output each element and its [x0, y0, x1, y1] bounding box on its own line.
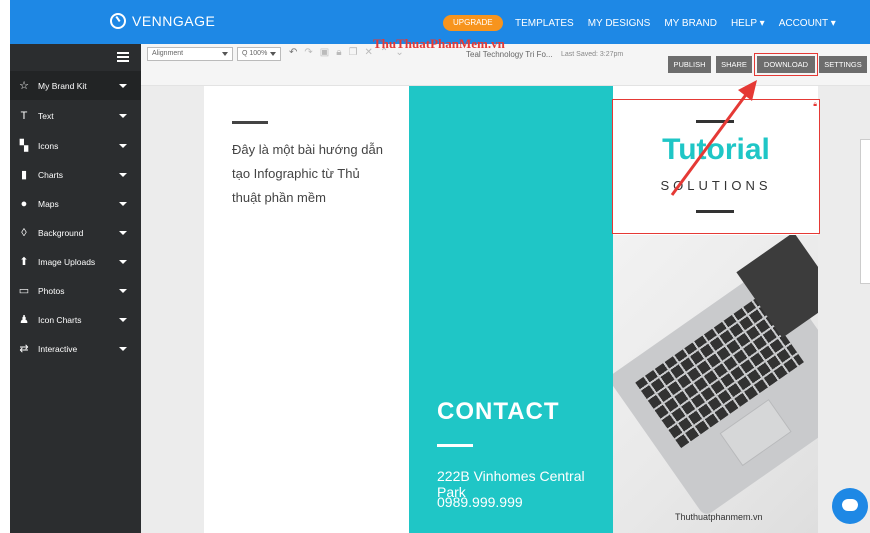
sidebar-item-maps[interactable]: ● Maps — [10, 189, 141, 218]
sidebar-item-photos[interactable]: ▭ Photos — [10, 276, 141, 305]
caret-down-icon — [119, 201, 127, 206]
publish-button[interactable]: PUBLISH — [668, 56, 711, 73]
sidebar-item-charts[interactable]: ▮ Charts — [10, 160, 141, 189]
design-canvas[interactable]: Đây là một bài hướng dẫn tạo Infographic… — [141, 86, 870, 533]
teal-panel[interactable]: CONTACT 222B Vinhomes Central Park 0989.… — [409, 86, 613, 533]
sidebar-item-label: Background — [38, 227, 84, 238]
share-button[interactable]: SHARE — [716, 56, 752, 73]
tutorial-title[interactable]: Tutorial — [613, 133, 819, 167]
nav-my-brand[interactable]: MY BRAND — [664, 18, 717, 29]
caret-down-icon — [119, 230, 127, 235]
delete-icon[interactable]: ✕ — [365, 47, 373, 58]
photo-caption[interactable]: Thuthuatphanmem.vn — [675, 512, 763, 522]
alignment-select[interactable]: Alignment — [147, 47, 233, 61]
upload-icon: ⬆ — [19, 256, 29, 268]
sidebar-item-label: Icon Charts — [38, 314, 82, 325]
caret-down-icon — [119, 172, 127, 177]
paint-drop-icon: ◊ — [21, 226, 27, 239]
nav-my-designs[interactable]: MY DESIGNS — [588, 18, 651, 29]
editor-toolbar: Alignment Q 100% ↶ ↷ ▣ 🔒︎ ❐ ✕ ⌃ ⌄ ThuThu… — [141, 36, 870, 86]
contact-title[interactable]: CONTACT — [437, 398, 560, 426]
redo-icon[interactable]: ↷ — [304, 47, 312, 58]
venngage-logo-icon — [110, 13, 126, 29]
laptop-photo[interactable]: Thuthuatphanmem.vn — [613, 235, 818, 533]
zoom-select-value: Q 100% — [242, 50, 268, 57]
icons-icon: ▚ — [19, 140, 29, 152]
download-button[interactable]: DOWNLOAD — [757, 56, 815, 73]
caret-down-icon — [270, 52, 276, 56]
nav-help[interactable]: HELP ▾ — [731, 18, 765, 29]
settings-button[interactable]: SETTINGS — [819, 56, 867, 73]
people-icon: ♟ — [19, 314, 29, 326]
sidebar-item-icons[interactable]: ▚ Icons — [10, 131, 141, 160]
globe-icon: ● — [20, 197, 28, 210]
intro-text[interactable]: Đây là một bài hướng dẫn tạo Infographic… — [232, 138, 392, 210]
zoom-select[interactable]: Q 100% — [237, 47, 281, 61]
contact-phone[interactable]: 0989.999.999 — [437, 494, 523, 510]
sidebar-item-background[interactable]: ◊ Background — [10, 218, 141, 247]
caret-down-icon — [119, 346, 127, 351]
sidebar-item-label: Charts — [38, 169, 64, 180]
sidebar-item-label: Text — [38, 110, 54, 121]
caret-down-icon — [222, 52, 228, 56]
sidebar-item-image-uploads[interactable]: ⬆ Image Uploads — [10, 247, 141, 276]
left-margin — [0, 0, 10, 533]
last-saved-status: Last Saved: 3:27pm — [561, 51, 624, 58]
chart-icon: ▮ — [20, 169, 28, 181]
caret-down-icon — [119, 143, 127, 148]
photo-icon: ▭ — [18, 285, 30, 297]
document-title[interactable]: Teal Technology Tri Fo... — [466, 50, 553, 59]
sidebar-item-my-brand-kit[interactable]: ☆ My Brand Kit — [10, 71, 141, 100]
group-icon[interactable]: ▣ — [320, 47, 329, 58]
contact-divider — [437, 444, 473, 447]
sidebar-item-interactive[interactable]: ⇄ Interactive — [10, 334, 141, 363]
nav-templates[interactable]: TEMPLATES — [515, 18, 574, 29]
shuffle-icon: ⇄ — [19, 343, 29, 355]
venngage-editor: VENNGAGE UPGRADE TEMPLATES MY DESIGNS MY… — [0, 0, 870, 533]
sidebar-item-label: Image Uploads — [38, 256, 96, 267]
decorative-dash — [696, 120, 734, 123]
tutorial-text-block[interactable]: 🔒︎ Tutorial SOLUTIONS — [612, 99, 820, 234]
tutorial-subtitle[interactable]: SOLUTIONS — [613, 178, 819, 193]
sidebar-item-label: Interactive — [38, 343, 78, 354]
chat-bubble-icon[interactable] — [832, 488, 868, 524]
sidebar-item-label: Icons — [38, 140, 59, 151]
caret-down-icon — [119, 83, 127, 88]
sidebar-item-icon-charts[interactable]: ♟ Icon Charts — [10, 305, 141, 334]
nav-account[interactable]: ACCOUNT ▾ — [779, 18, 836, 29]
nav-links: TEMPLATES MY DESIGNS MY BRAND HELP ▾ ACC… — [515, 18, 836, 29]
caret-down-icon — [119, 113, 127, 118]
decorative-dash — [696, 210, 734, 213]
sidebar: ☆ My Brand Kit T Text ▚ Icons ▮ Charts ●… — [10, 44, 141, 533]
venngage-logo[interactable]: VENNGAGE — [110, 13, 215, 29]
text-icon: T — [20, 109, 28, 122]
sidebar-item-text[interactable]: T Text — [10, 101, 141, 130]
alignment-select-value: Alignment — [152, 50, 184, 57]
decorative-dash — [232, 121, 268, 124]
copy-icon[interactable]: ❐ — [349, 47, 358, 58]
star-icon: ☆ — [19, 80, 29, 92]
lock-icon[interactable]: 🔒︎ — [336, 47, 341, 58]
upgrade-button[interactable]: UPGRADE — [443, 15, 503, 31]
sidebar-item-label: Maps — [38, 198, 59, 209]
hamburger-menu-icon[interactable] — [117, 52, 129, 62]
caret-down-icon — [119, 259, 127, 264]
sidebar-item-label: Photos — [38, 285, 65, 296]
undo-icon[interactable]: ↶ — [289, 47, 297, 58]
caret-down-icon — [119, 317, 127, 322]
sidebar-item-label: My Brand Kit — [38, 80, 87, 91]
lock-icon[interactable]: 🔒︎ — [813, 101, 817, 109]
brand-name: VENNGAGE — [132, 13, 216, 29]
caret-down-icon — [119, 288, 127, 293]
right-tool-panel[interactable] — [860, 139, 870, 284]
